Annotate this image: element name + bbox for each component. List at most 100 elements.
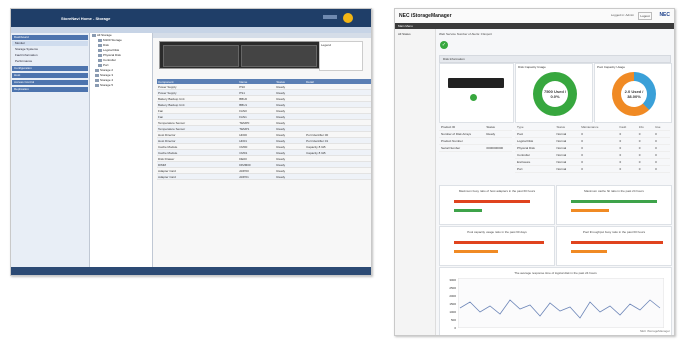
status-row[interactable]: Physical Disk Normal 0 0 0 0 xyxy=(515,144,670,152)
y-tick-label: 0 xyxy=(454,326,456,330)
storage-info-table: Product ID Status Number of Disk Arrays Rea… xyxy=(439,124,512,152)
bar-chart-2-bar-2[interactable] xyxy=(571,209,609,212)
status-cell: Pool xyxy=(515,130,555,138)
folder-icon xyxy=(98,53,102,57)
folder-icon xyxy=(92,33,96,37)
pool-capacity-ring: 2.0 Used / 38.00% xyxy=(612,72,656,116)
tree-node-label: Storage 3 xyxy=(100,73,114,77)
istoragemanager-screenshot: NEC iStorageManager Logged in: Admin Log… xyxy=(394,8,675,336)
status-cell: Normal xyxy=(554,158,580,166)
tree-node-label: Disk xyxy=(103,43,109,47)
status-cell: 0 xyxy=(636,144,654,152)
info-cell: 0000000000 xyxy=(484,144,512,152)
status-cell: 0 xyxy=(579,151,618,159)
status-cell: 0 xyxy=(617,137,637,145)
dashboard: Web Service Number of Alerts: 0 Export ✓… xyxy=(436,29,674,335)
storage-tree: All Storage M100 Storage Disk Logical Disk P… xyxy=(90,33,153,275)
status-cell: Normal xyxy=(554,165,580,173)
tree-node-label: Storage 4 xyxy=(100,78,114,82)
info-row: Serial Number 0000000000 xyxy=(439,144,512,152)
table-cell: ADP01 xyxy=(238,173,276,180)
component-table: Component Name Status Detail Power Supply PS… xyxy=(157,79,371,180)
tree-node[interactable]: Storage 5 xyxy=(90,83,152,88)
side-menu: All Status xyxy=(395,29,436,335)
status-cell: 0 xyxy=(653,151,670,159)
device-image xyxy=(448,78,504,88)
bar-chart-4-bar-2[interactable] xyxy=(571,250,607,253)
user-info: Logged in: Admin xyxy=(610,13,634,17)
pool-capacity-panel: Pool Capacity Usage 2.0 Used / 38.00% xyxy=(594,63,672,123)
tree-node-label: Controller xyxy=(103,58,117,62)
bar-chart-2-title: Maximum cache hit ratio in the past 24 h… xyxy=(584,189,644,193)
tree-node-label: All Storage xyxy=(97,33,112,37)
table-row[interactable]: Adapter Card ADP01 Ready xyxy=(157,173,371,180)
status-row[interactable]: Enclosure Normal 0 0 0 0 xyxy=(515,158,670,166)
bar-chart-1-bar-2[interactable] xyxy=(454,209,482,212)
y-tick-label: 3000 xyxy=(449,278,456,282)
y-tick-label: 2500 xyxy=(449,286,456,290)
status-cell: Controller xyxy=(515,151,555,159)
nav-item[interactable]: Configuration xyxy=(12,66,88,71)
status-cell: Port xyxy=(515,165,555,173)
status-row[interactable]: Controller Normal 0 0 0 0 xyxy=(515,151,670,159)
help-icon[interactable] xyxy=(343,13,353,23)
component-status-table: Type Status Maintenance Fault Info Use Pool No… xyxy=(515,124,670,173)
bar-chart-3-bar-2[interactable] xyxy=(454,250,498,253)
nav-item[interactable]: Performance xyxy=(12,59,88,64)
bar-chart-3-bar-1[interactable] xyxy=(454,241,544,244)
bar-chart-1-bar-1[interactable] xyxy=(454,200,530,203)
folder-icon xyxy=(95,78,99,82)
status-cell: 0 xyxy=(653,165,670,173)
bar-chart-2: Maximum cache hit ratio in the past 24 h… xyxy=(556,185,672,225)
controller-1[interactable] xyxy=(241,45,317,67)
status-bar xyxy=(11,267,371,275)
disk-capacity-label: Disk Capacity Usage xyxy=(518,65,546,69)
status-cell: 0 xyxy=(579,137,618,145)
bar-chart-2-bar-1[interactable] xyxy=(571,200,657,203)
tree-node-label: Logical Disk xyxy=(103,48,120,52)
status-row[interactable]: Port Normal 0 0 0 0 xyxy=(515,165,670,173)
nav-item[interactable]: Dashboard xyxy=(12,35,88,40)
y-tick-label: 2000 xyxy=(449,294,456,298)
folder-icon xyxy=(98,58,102,62)
dashboard-tabs[interactable]: Web Service Number of Alerts: 0 Export xyxy=(439,32,492,36)
y-tick-label: 500 xyxy=(450,318,456,322)
user-menu[interactable] xyxy=(323,15,337,19)
info-cell: Number of Disk Arrays xyxy=(439,130,485,138)
tree-node-label: M100 Storage xyxy=(103,38,122,42)
nav-item[interactable]: Access Control xyxy=(12,80,88,85)
status-cell: Normal xyxy=(554,144,580,152)
folder-icon xyxy=(98,63,102,67)
nav-item[interactable]: Monitor xyxy=(12,41,88,46)
logout-button[interactable]: Logout xyxy=(638,12,652,20)
status-cell: 0 xyxy=(617,151,637,159)
nav-item[interactable]: Replication xyxy=(12,87,88,92)
info-cell: Serial Number xyxy=(439,144,485,152)
main-menu-label: Main Menu xyxy=(398,24,413,28)
status-cell: 0 xyxy=(617,158,637,166)
status-cell: 0 xyxy=(653,130,670,138)
bar-chart-3-title: Pool capacity usage ratio in the past 60… xyxy=(467,230,527,234)
controller-0[interactable] xyxy=(163,45,239,67)
side-item-all-status[interactable]: All Status xyxy=(395,29,435,39)
bar-chart-4: Pool throughput busy ratio in the past 6… xyxy=(556,226,672,266)
nav-item[interactable]: Storage Systems xyxy=(12,47,88,52)
y-tick-label: 1500 xyxy=(449,302,456,306)
status-cell: 0 xyxy=(579,130,618,138)
info-cell: Ready xyxy=(484,130,512,138)
status-row[interactable]: Pool Normal 0 0 0 0 xyxy=(515,130,670,138)
status-cell: Logical Disk xyxy=(515,137,555,145)
folder-icon xyxy=(95,83,99,87)
status-cell: 0 xyxy=(653,158,670,166)
status-row[interactable]: Logical Disk Normal 0 0 0 0 xyxy=(515,137,670,145)
bar-chart-3: Pool capacity usage ratio in the past 60… xyxy=(439,226,555,266)
storage-enclosure-image[interactable] xyxy=(159,41,321,69)
folder-icon xyxy=(95,68,99,72)
disk-capacity-ring: 7500 Used / 0.0% xyxy=(533,72,577,116)
nav-item[interactable]: Fault Information xyxy=(12,53,88,58)
bar-chart-4-bar-1[interactable] xyxy=(571,241,663,244)
tree-node-label: Physical Disk xyxy=(103,53,121,57)
nav-item[interactable]: Host xyxy=(12,73,88,78)
bar-chart-1: Maximum busy ratio of host adapters in t… xyxy=(439,185,555,225)
status-cell: 0 xyxy=(636,158,654,166)
